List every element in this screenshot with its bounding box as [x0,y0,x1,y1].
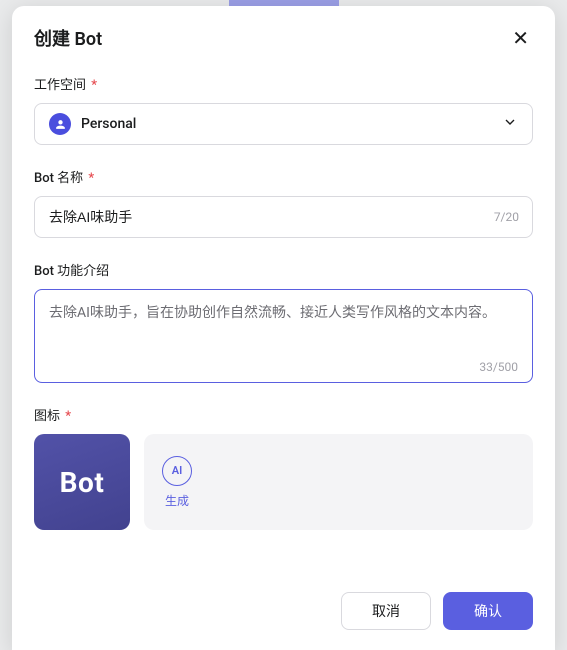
description-label: Bot 功能介绍 [34,260,533,279]
workspace-label: 工作空间 * [34,74,533,93]
icon-preview-text: Bot [60,466,105,499]
bot-name-label: Bot 名称 * [34,167,533,186]
description-label-text: Bot 功能介绍 [34,264,109,279]
modal-header: 创建 Bot ✕ [12,6,555,64]
description-textarea[interactable]: 去除AI味助手，旨在协助创作自然流畅、接近人类写作风格的文本内容。 [49,302,518,354]
required-mark: * [91,78,97,93]
required-mark: * [65,409,71,424]
ai-icon: AI [162,456,192,486]
description-counter: 33/500 [479,360,518,374]
modal-body: 工作空间 * Personal Bot 名称 * [12,64,555,578]
icon-preview[interactable]: Bot [34,434,130,530]
field-description: Bot 功能介绍 去除AI味助手，旨在协助创作自然流畅、接近人类写作风格的文本内… [34,260,533,383]
bot-name-counter: 7/20 [494,210,519,224]
cancel-button[interactable]: 取消 [341,592,431,630]
close-icon[interactable]: ✕ [508,24,533,52]
generate-icon-button[interactable]: AI 生成 [162,456,192,509]
workspace-label-text: 工作空间 [34,78,86,93]
generate-label: 生成 [165,492,189,509]
bot-name-input-wrap: 7/20 [34,196,533,238]
icon-options-panel: AI 生成 [144,434,533,530]
ai-badge-text: AI [172,464,183,477]
bot-name-input[interactable] [34,196,533,238]
icon-label-text: 图标 [34,409,60,424]
person-icon [49,113,71,135]
icon-label: 图标 * [34,405,533,424]
required-mark: * [88,171,94,186]
description-textarea-wrap: 去除AI味助手，旨在协助创作自然流畅、接近人类写作风格的文本内容。 33/500 [34,289,533,383]
workspace-select[interactable]: Personal [34,103,533,145]
field-icon: 图标 * Bot AI 生成 [34,405,533,530]
modal-title: 创建 Bot [34,25,102,51]
field-bot-name: Bot 名称 * 7/20 [34,167,533,238]
chevron-down-icon [502,114,518,134]
field-workspace: 工作空间 * Personal [34,74,533,145]
confirm-button[interactable]: 确认 [443,592,533,630]
modal-footer: 取消 确认 [12,578,555,650]
create-bot-modal: 创建 Bot ✕ 工作空间 * Personal [12,6,555,650]
workspace-selected-text: Personal [81,116,136,132]
bot-name-label-text: Bot 名称 [34,171,83,186]
icon-row: Bot AI 生成 [34,434,533,530]
workspace-select-value: Personal [49,113,136,135]
